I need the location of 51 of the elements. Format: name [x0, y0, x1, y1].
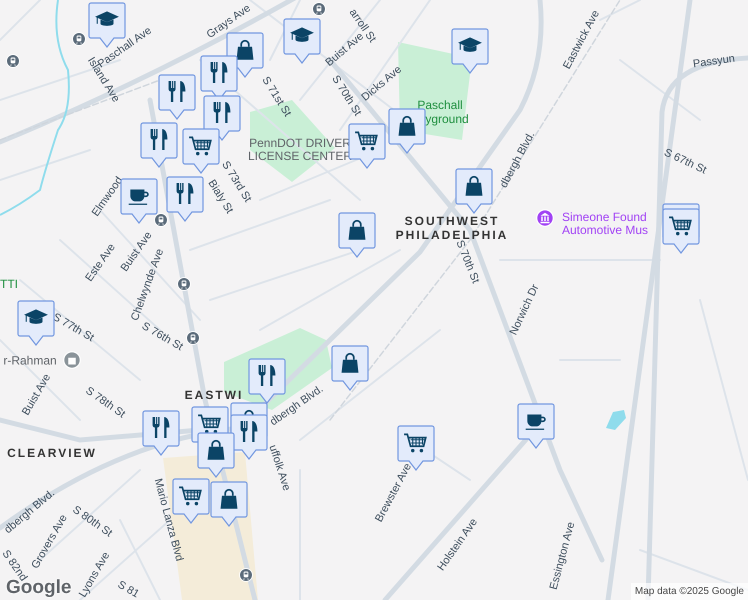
museum-icon[interactable]	[536, 209, 554, 227]
map-marker[interactable]	[283, 18, 321, 64]
place-label: Simeone Found Automotive Mus	[562, 211, 650, 237]
fork-knife-icon	[213, 101, 231, 124]
map-marker[interactable]	[158, 74, 196, 120]
place-label: Paschall	[417, 99, 463, 111]
street-label: Passyun	[692, 54, 736, 70]
fork-knife-icon	[176, 182, 194, 205]
map-marker[interactable]	[210, 481, 248, 527]
street-label: uffolk Ave	[266, 444, 292, 492]
area-label: EASTWI	[184, 388, 244, 402]
transit-icon[interactable]	[312, 2, 326, 16]
map-marker[interactable]	[142, 410, 180, 456]
place-label: TTI	[0, 278, 18, 290]
map-marker[interactable]	[388, 108, 426, 154]
transit-icon[interactable]	[177, 277, 191, 291]
fork-knife-icon	[150, 128, 168, 151]
map-marker[interactable]	[248, 358, 286, 404]
fork-knife-icon	[152, 416, 170, 439]
transit-icon[interactable]	[186, 331, 200, 345]
place-label: yground	[425, 113, 469, 125]
fork-knife-icon	[240, 420, 258, 443]
map-marker[interactable]	[203, 95, 241, 141]
map-marker[interactable]	[455, 168, 493, 214]
map-marker[interactable]	[17, 300, 55, 346]
map-marker[interactable]	[331, 345, 369, 391]
map-marker[interactable]	[517, 403, 555, 449]
pond-drawing	[606, 410, 626, 430]
transit-icon[interactable]	[72, 32, 86, 46]
map-attribution: Map data ©2025 Google	[630, 583, 748, 600]
street-label: S 80th St	[70, 504, 114, 540]
map-marker[interactable]	[140, 122, 178, 168]
map-marker[interactable]	[338, 212, 376, 258]
fork-knife-icon	[168, 80, 186, 103]
transit-icon[interactable]	[239, 568, 253, 582]
map-marker[interactable]	[451, 28, 489, 74]
street-label: Mario Lanza Blvd	[152, 478, 184, 562]
street-label: S 67th St	[662, 147, 708, 177]
street-label: S 78th St	[83, 386, 127, 420]
place-label: r-Rahman	[3, 354, 57, 368]
map-marker[interactable]	[120, 178, 158, 224]
fork-knife-icon	[258, 364, 276, 387]
area-label: CLEARVIEW	[6, 446, 98, 460]
street-label: S 81	[115, 580, 141, 600]
google-logo[interactable]: Google	[6, 578, 72, 597]
transit-icon[interactable]	[6, 54, 20, 68]
map-marker[interactable]	[166, 176, 204, 222]
transit-icon[interactable]	[154, 213, 168, 227]
map-marker[interactable]	[197, 432, 235, 478]
fork-knife-icon	[210, 61, 228, 84]
street-label: S 76th St	[140, 320, 184, 354]
